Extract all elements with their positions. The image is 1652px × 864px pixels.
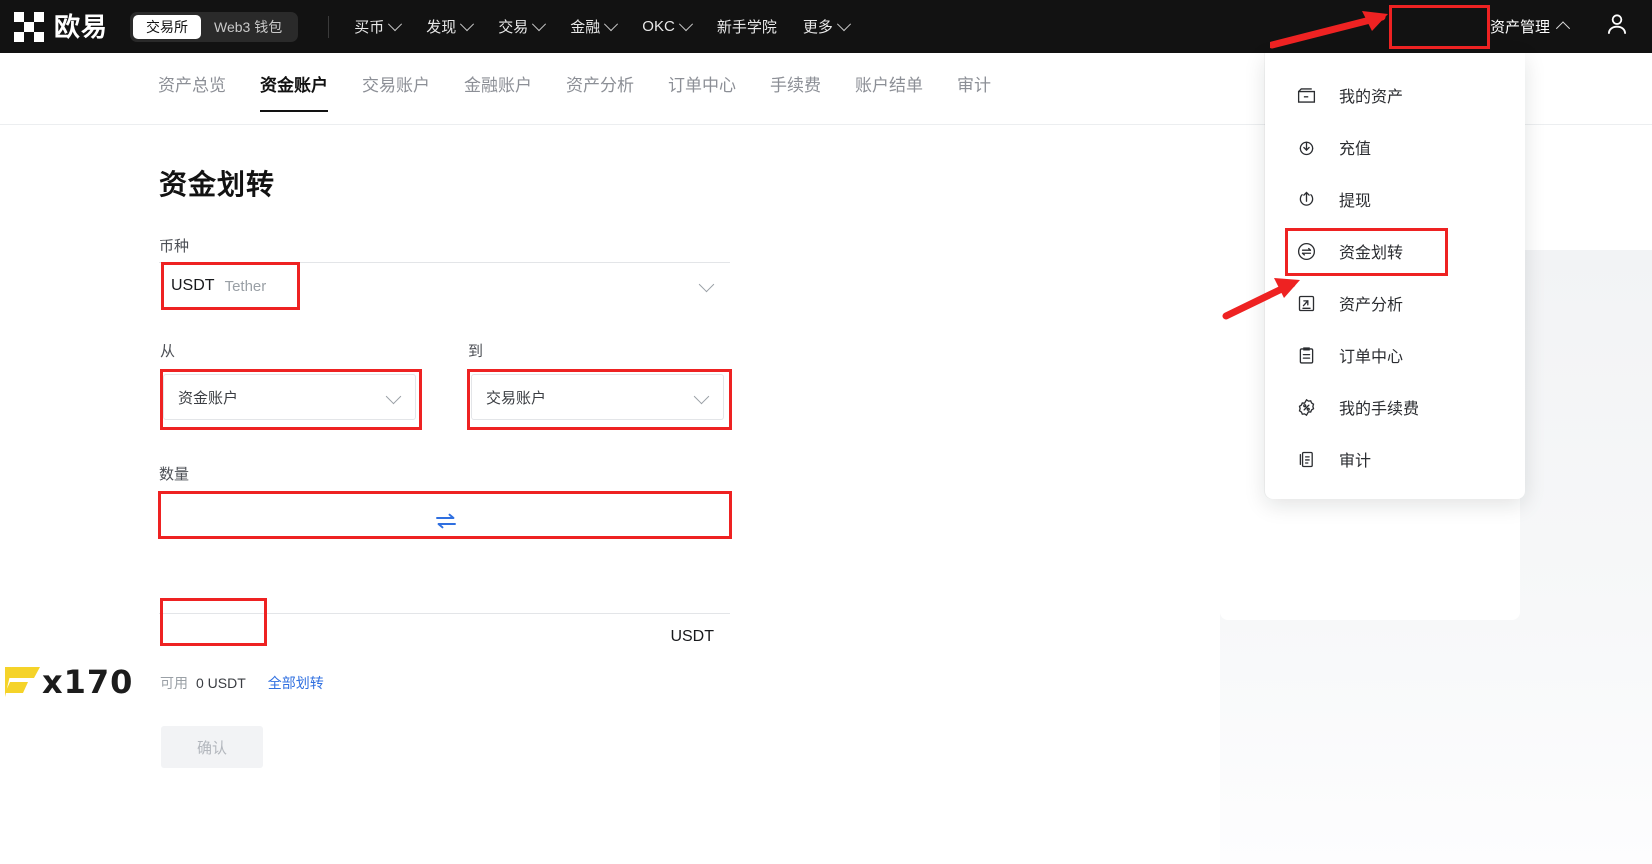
nav-item-academy[interactable]: 新手学院 bbox=[717, 16, 777, 37]
chevron-down-icon bbox=[693, 388, 710, 405]
nav-item-more[interactable]: 更多 bbox=[802, 16, 851, 37]
chevron-up-icon bbox=[1555, 20, 1571, 35]
tab-order-center[interactable]: 订单中心 bbox=[668, 71, 736, 112]
dropdown-item-withdraw[interactable]: 提现 bbox=[1265, 173, 1525, 225]
nav-label: 发现 bbox=[426, 19, 457, 36]
main-nav: 买币 发现 交易 金融 OKC 新手学院 更多 bbox=[354, 16, 851, 37]
tab-audit[interactable]: 审计 bbox=[957, 71, 991, 112]
nav-item-buy-crypto[interactable]: 买币 bbox=[354, 16, 403, 37]
dropdown-item-deposit[interactable]: 充值 bbox=[1265, 121, 1525, 173]
tab-asset-analysis[interactable]: 资产分析 bbox=[566, 71, 634, 112]
asset-management-dropdown: 我的资产 充值 提现 资金划转 资产分析 订单中心 我的手续费 审计 bbox=[1265, 53, 1525, 499]
dropdown-item-label: 我的资产 bbox=[1339, 89, 1404, 106]
dropdown-item-audit[interactable]: 审计 bbox=[1265, 433, 1525, 485]
amount-unit: USDT bbox=[670, 628, 714, 645]
amount-field[interactable]: USDT bbox=[159, 613, 730, 661]
to-account-select[interactable]: 交易账户 bbox=[471, 374, 724, 420]
to-label: 到 bbox=[468, 343, 484, 360]
nav-item-okc[interactable]: OKC bbox=[642, 16, 693, 35]
tab-asset-overview[interactable]: 资产总览 bbox=[158, 71, 226, 112]
chevron-down-icon bbox=[698, 276, 715, 293]
chevron-down-icon bbox=[604, 16, 619, 31]
confirm-button[interactable]: 确认 bbox=[161, 726, 263, 768]
available-label: 可用 bbox=[160, 675, 188, 691]
dropdown-item-label: 充值 bbox=[1339, 141, 1372, 158]
user-avatar-icon[interactable] bbox=[1604, 11, 1630, 42]
dropdown-item-label: 提现 bbox=[1339, 193, 1372, 210]
nav-label: 买币 bbox=[354, 19, 385, 36]
fee-badge-icon bbox=[1295, 396, 1317, 418]
segment-exchange[interactable]: 交易所 bbox=[133, 14, 202, 39]
nav-divider bbox=[328, 15, 330, 38]
watermark: x170 bbox=[2, 663, 133, 701]
dropdown-item-asset-analysis[interactable]: 资产分析 bbox=[1265, 277, 1525, 329]
chevron-down-icon bbox=[460, 16, 475, 31]
segment-web3-wallet[interactable]: Web3 钱包 bbox=[201, 15, 295, 39]
from-account-value: 资金账户 bbox=[178, 389, 239, 407]
dropdown-item-my-fees[interactable]: 我的手续费 bbox=[1265, 381, 1525, 433]
watermark-text: x170 bbox=[42, 663, 134, 701]
nav-label: 金融 bbox=[570, 19, 601, 36]
dropdown-item-label: 订单中心 bbox=[1339, 349, 1404, 366]
audit-doc-icon bbox=[1295, 448, 1317, 470]
amount-input[interactable] bbox=[159, 613, 671, 661]
currency-name: Tether bbox=[224, 277, 267, 295]
nav-item-finance[interactable]: 金融 bbox=[570, 16, 619, 37]
page-title: 资金划转 bbox=[159, 169, 276, 200]
nav-label: 交易 bbox=[498, 19, 529, 36]
to-account-value: 交易账户 bbox=[486, 389, 547, 407]
available-value: 0 USDT bbox=[196, 675, 246, 691]
tab-funding-account[interactable]: 资金账户 bbox=[260, 71, 328, 112]
withdraw-up-arrow-icon bbox=[1295, 188, 1317, 210]
chevron-down-icon bbox=[678, 16, 693, 31]
topbar-right-group: 资产管理 bbox=[1480, 0, 1652, 53]
swap-accounts-button[interactable] bbox=[434, 509, 458, 533]
amount-label: 数量 bbox=[159, 466, 190, 483]
asset-management-label: 资产管理 bbox=[1489, 19, 1550, 36]
dropdown-item-order-center[interactable]: 订单中心 bbox=[1265, 329, 1525, 381]
nav-label: 更多 bbox=[802, 19, 833, 36]
dropdown-item-my-assets[interactable]: 我的资产 bbox=[1265, 69, 1525, 121]
dropdown-item-transfer[interactable]: 资金划转 bbox=[1265, 225, 1525, 277]
from-account-select[interactable]: 资金账户 bbox=[163, 374, 416, 420]
account-tabs: 资产总览 资金账户 交易账户 金融账户 资产分析 订单中心 手续费 账户结单 审… bbox=[158, 71, 991, 112]
from-label: 从 bbox=[160, 343, 176, 360]
clipboard-icon bbox=[1295, 344, 1317, 366]
dropdown-item-label: 我的手续费 bbox=[1339, 401, 1420, 418]
currency-select[interactable]: USDT Tether bbox=[159, 262, 730, 309]
chevron-down-icon bbox=[836, 16, 851, 31]
dropdown-item-label: 审计 bbox=[1339, 453, 1372, 470]
available-balance-row: 可用 0 USDT 全部划转 bbox=[160, 673, 324, 693]
chevron-down-icon bbox=[388, 16, 403, 31]
currency-code: USDT bbox=[171, 277, 215, 294]
product-switch: 交易所 Web3 钱包 bbox=[130, 11, 299, 42]
nav-label: 新手学院 bbox=[716, 19, 777, 36]
tab-financial-account[interactable]: 金融账户 bbox=[464, 71, 532, 112]
deposit-down-arrow-icon bbox=[1295, 136, 1317, 158]
nav-item-trade[interactable]: 交易 bbox=[498, 16, 547, 37]
dropdown-item-label: 资金划转 bbox=[1339, 245, 1404, 262]
transfer-circle-icon bbox=[1295, 240, 1317, 262]
tab-trading-account[interactable]: 交易账户 bbox=[362, 71, 430, 112]
asset-management-menu-trigger[interactable]: 资产管理 bbox=[1480, 9, 1578, 44]
tab-account-statement[interactable]: 账户结单 bbox=[855, 71, 923, 112]
chevron-down-icon bbox=[385, 388, 402, 405]
tab-fees[interactable]: 手续费 bbox=[770, 71, 821, 112]
wallet-icon bbox=[1295, 84, 1317, 106]
chevron-down-icon bbox=[532, 16, 547, 31]
nav-label: OKC bbox=[642, 18, 675, 35]
transfer-all-link[interactable]: 全部划转 bbox=[268, 673, 324, 693]
dropdown-item-label: 资产分析 bbox=[1339, 297, 1404, 314]
okx-logo-icon bbox=[14, 11, 44, 42]
analysis-chart-icon bbox=[1295, 292, 1317, 314]
currency-label: 币种 bbox=[159, 238, 190, 255]
brand-logo[interactable]: 欧易 bbox=[14, 11, 109, 42]
yellow-f-logo-icon bbox=[5, 667, 40, 697]
nav-item-discover[interactable]: 发现 bbox=[426, 16, 475, 37]
top-navigation-bar: 欧易 交易所 Web3 钱包 买币 发现 交易 金融 OKC 新手学院 更多 资… bbox=[0, 0, 1652, 53]
app-window: 欧易 交易所 Web3 钱包 买币 发现 交易 金融 OKC 新手学院 更多 资… bbox=[0, 0, 1652, 864]
brand-name: 欧易 bbox=[54, 11, 109, 42]
